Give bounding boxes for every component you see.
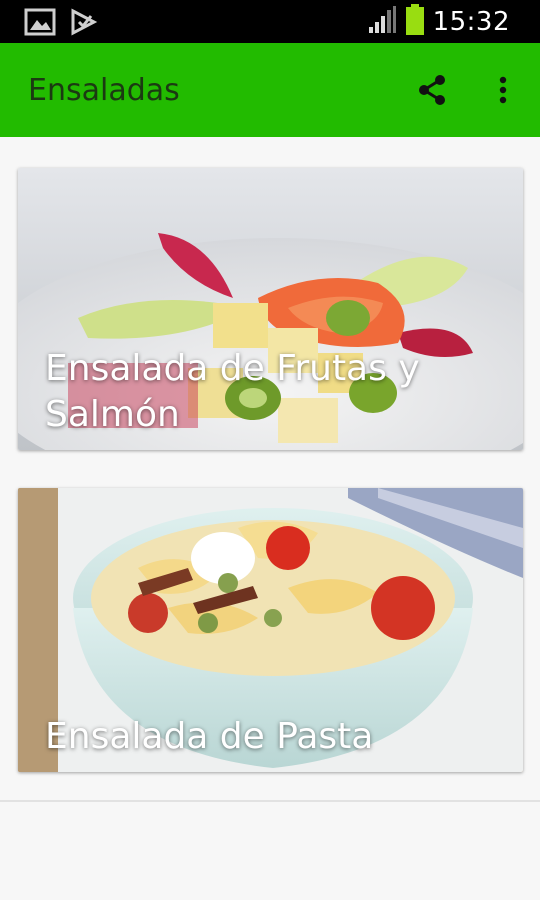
battery-icon xyxy=(405,4,425,40)
status-bar: 15:32 xyxy=(0,0,540,43)
status-time: 15:32 xyxy=(432,7,510,37)
recipe-card[interactable]: Ensalada de Pasta xyxy=(18,488,523,772)
image-icon xyxy=(24,8,56,40)
signal-icon xyxy=(367,5,397,39)
share-icon[interactable] xyxy=(415,73,449,107)
check-notification-icon xyxy=(70,8,98,40)
app-title: Ensaladas xyxy=(28,73,180,108)
recipe-card[interactable]: Ensalada de Frutas y Salmón xyxy=(18,168,523,450)
app-bar: Ensaladas xyxy=(0,43,540,137)
list-divider xyxy=(0,800,540,802)
overflow-menu-icon[interactable] xyxy=(486,73,520,107)
recipe-title: Ensalada de Frutas y Salmón xyxy=(45,348,420,435)
recipe-title: Ensalada de Pasta xyxy=(45,716,374,757)
